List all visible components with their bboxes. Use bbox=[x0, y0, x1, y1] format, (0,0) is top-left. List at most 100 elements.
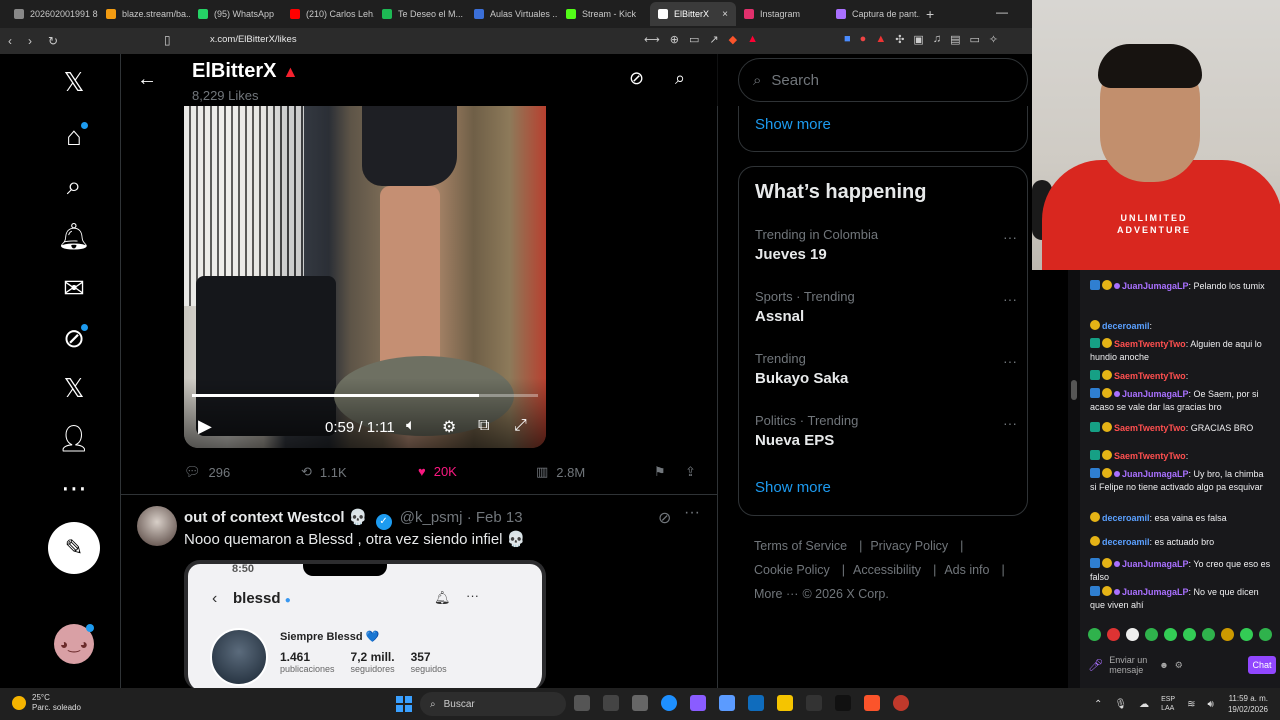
emote-icon[interactable] bbox=[1088, 628, 1101, 641]
bookmark-button[interactable]: ⚑ bbox=[654, 464, 666, 480]
taskbar-search[interactable]: ⌕ Buscar bbox=[420, 692, 566, 716]
chat-username[interactable]: JuanJumagaLP bbox=[1122, 587, 1189, 597]
footer-link[interactable]: More ··· bbox=[754, 587, 798, 601]
brave-icon[interactable] bbox=[864, 695, 880, 711]
post-avatar[interactable] bbox=[137, 506, 177, 546]
post-author-handle[interactable]: @k_psmj bbox=[400, 509, 463, 526]
minimize-icon[interactable]: — bbox=[996, 5, 1008, 19]
notifications-icon[interactable]: 🔔︎ bbox=[54, 216, 94, 256]
post-button[interactable]: ✎ bbox=[48, 522, 100, 574]
browser-tab[interactable]: Instagram bbox=[736, 2, 828, 26]
footer-link[interactable]: Terms of Service bbox=[754, 539, 847, 553]
zoom-icon[interactable]: ⊕ bbox=[670, 33, 679, 46]
volume-icon[interactable]: 🔈︎ bbox=[406, 417, 416, 435]
more-icon[interactable]: ⋯ bbox=[54, 468, 94, 508]
post-author-name[interactable]: out of context Westcol bbox=[184, 509, 345, 526]
video-player[interactable]: ▶ 0:59 / 1:11 🔈︎ ⚙ ⧉ ⤢ bbox=[184, 106, 546, 448]
wallet-icon[interactable]: ▭ bbox=[969, 33, 979, 46]
post-date[interactable]: · Feb 13 bbox=[467, 509, 523, 526]
trend-item[interactable]: Sports · Trending Assnal ··· bbox=[755, 289, 1017, 335]
grok-header-icon[interactable]: ⊘ bbox=[629, 68, 644, 89]
wifi-icon[interactable]: ≋ bbox=[1187, 699, 1195, 710]
start-button[interactable] bbox=[396, 696, 412, 712]
trend-item[interactable]: Trending in Colombia Jueves 19 ··· bbox=[755, 227, 1017, 273]
premium-icon[interactable]: 𝕏 bbox=[54, 368, 94, 408]
play-icon[interactable]: ▶ bbox=[198, 416, 212, 437]
browser-tab[interactable]: ElBitterX × bbox=[650, 2, 736, 26]
puzzle-icon[interactable]: ✣ bbox=[895, 33, 904, 46]
chat-send-button[interactable]: Chat bbox=[1248, 656, 1276, 674]
trend-item[interactable]: Trending Bukayo Saka ··· bbox=[755, 351, 1017, 397]
browser-tab[interactable]: Stream - Kick bbox=[558, 2, 650, 26]
chat-username[interactable]: deceroamil bbox=[1102, 513, 1150, 523]
chat-username[interactable]: JuanJumagaLP bbox=[1122, 389, 1189, 399]
terminal-icon[interactable] bbox=[806, 695, 822, 711]
like-button[interactable]: ♥ 20K bbox=[418, 464, 457, 479]
forward-nav-icon[interactable]: › bbox=[28, 34, 32, 48]
chevron-up-icon[interactable]: ⌃ bbox=[1094, 699, 1102, 710]
capcut-icon[interactable] bbox=[632, 695, 648, 711]
emote-picker-icon[interactable]: ☻ bbox=[1159, 660, 1168, 670]
app-icon[interactable] bbox=[893, 695, 909, 711]
pip-icon[interactable]: ⧉ bbox=[478, 417, 489, 435]
emote-icon[interactable] bbox=[1221, 628, 1234, 641]
grok-explain-icon[interactable]: ⊘ bbox=[658, 508, 671, 528]
language-indicator[interactable]: ESP LAA bbox=[1161, 695, 1175, 713]
footer-link[interactable]: Accessibility bbox=[853, 563, 921, 577]
leo-icon[interactable]: ✧ bbox=[989, 33, 998, 46]
footer-link[interactable]: © 2026 X Corp. bbox=[802, 587, 888, 601]
trend-more-icon[interactable]: ··· bbox=[1003, 353, 1017, 369]
chat-username[interactable]: JuanJumagaLP bbox=[1122, 281, 1189, 291]
explore-icon[interactable]: ⌕ bbox=[54, 166, 94, 206]
settings-icon[interactable]: ⚙ bbox=[1175, 660, 1183, 671]
snip-icon[interactable] bbox=[690, 695, 706, 711]
cast-icon[interactable]: ▭ bbox=[689, 33, 699, 46]
back-nav-icon[interactable]: ‹ bbox=[8, 34, 12, 48]
store-icon[interactable] bbox=[748, 695, 764, 711]
emote-icon[interactable] bbox=[1183, 628, 1196, 641]
url-field[interactable]: x.com/ElBitterX/likes bbox=[210, 34, 297, 45]
share-icon[interactable]: ↗ bbox=[709, 33, 718, 46]
share-button[interactable]: ⇪ bbox=[685, 464, 696, 480]
weather-widget[interactable]: 25°C Parc. soleado bbox=[12, 693, 81, 713]
back-arrow-icon[interactable]: ← bbox=[137, 68, 157, 91]
emote-icon[interactable] bbox=[1164, 628, 1177, 641]
mic-tray-icon[interactable]: 🎙︎ bbox=[1114, 699, 1127, 710]
post-more-icon[interactable]: ··· bbox=[684, 504, 700, 522]
browser-tab[interactable]: (95) WhatsApp bbox=[190, 2, 282, 26]
chat-username[interactable]: SaemTwentyTwo bbox=[1114, 451, 1186, 461]
trend-item[interactable]: Politics · Trending Nueva EPS ··· bbox=[755, 413, 1017, 459]
trend-more-icon[interactable]: ··· bbox=[1003, 229, 1017, 245]
x-logo-icon[interactable]: 𝕏 bbox=[54, 62, 94, 102]
emote-icon[interactable] bbox=[1259, 628, 1272, 641]
profile-icon[interactable]: 👤︎ bbox=[54, 418, 94, 458]
browser-tab[interactable]: (210) Carlos Leh... bbox=[282, 2, 374, 26]
emote-icon[interactable] bbox=[1145, 628, 1158, 641]
brave-rewards-icon[interactable]: ▲ bbox=[747, 33, 758, 46]
media-icon[interactable]: ♫ bbox=[933, 33, 941, 46]
post-image[interactable]: 8:50 ‹ blessd ● 🔔︎ ··· Siempre Blessd 💙 … bbox=[184, 560, 546, 688]
extension-3-icon[interactable]: ▲ bbox=[875, 33, 886, 46]
chat-username[interactable]: deceroamil bbox=[1102, 537, 1150, 547]
mic-icon[interactable]: 🎤︎ bbox=[1088, 658, 1103, 672]
repost-button[interactable]: ⟲ 1.1K bbox=[301, 464, 347, 480]
trend-more-icon[interactable]: ··· bbox=[1003, 291, 1017, 307]
chat-username[interactable]: SaemTwentyTwo bbox=[1114, 339, 1186, 349]
browser-tab[interactable]: Captura de pant... bbox=[828, 2, 920, 26]
chat-username[interactable]: JuanJumagaLP bbox=[1122, 559, 1189, 569]
copilot-icon[interactable] bbox=[719, 695, 735, 711]
emote-icon[interactable] bbox=[1126, 628, 1139, 641]
emote-icon[interactable] bbox=[1240, 628, 1253, 641]
footer-link[interactable]: Privacy Policy bbox=[870, 539, 948, 553]
translate-icon[interactable]: ⟷ bbox=[644, 33, 660, 46]
scroll-thumb[interactable] bbox=[1071, 380, 1077, 400]
reload-icon[interactable]: ↻ bbox=[48, 34, 58, 48]
new-tab-icon[interactable]: + bbox=[926, 6, 934, 22]
browser-tab[interactable]: Te Deseo el M... bbox=[374, 2, 466, 26]
tab-close-icon[interactable]: × bbox=[722, 9, 728, 20]
sidebar-icon[interactable]: ▣ bbox=[913, 33, 923, 46]
emote-icon[interactable] bbox=[1202, 628, 1215, 641]
grok-icon[interactable]: ⊘ bbox=[54, 318, 94, 358]
clock[interactable]: 11:59 a. m. 19/02/2026 bbox=[1224, 693, 1268, 715]
footer-link[interactable]: Ads info bbox=[944, 563, 989, 577]
